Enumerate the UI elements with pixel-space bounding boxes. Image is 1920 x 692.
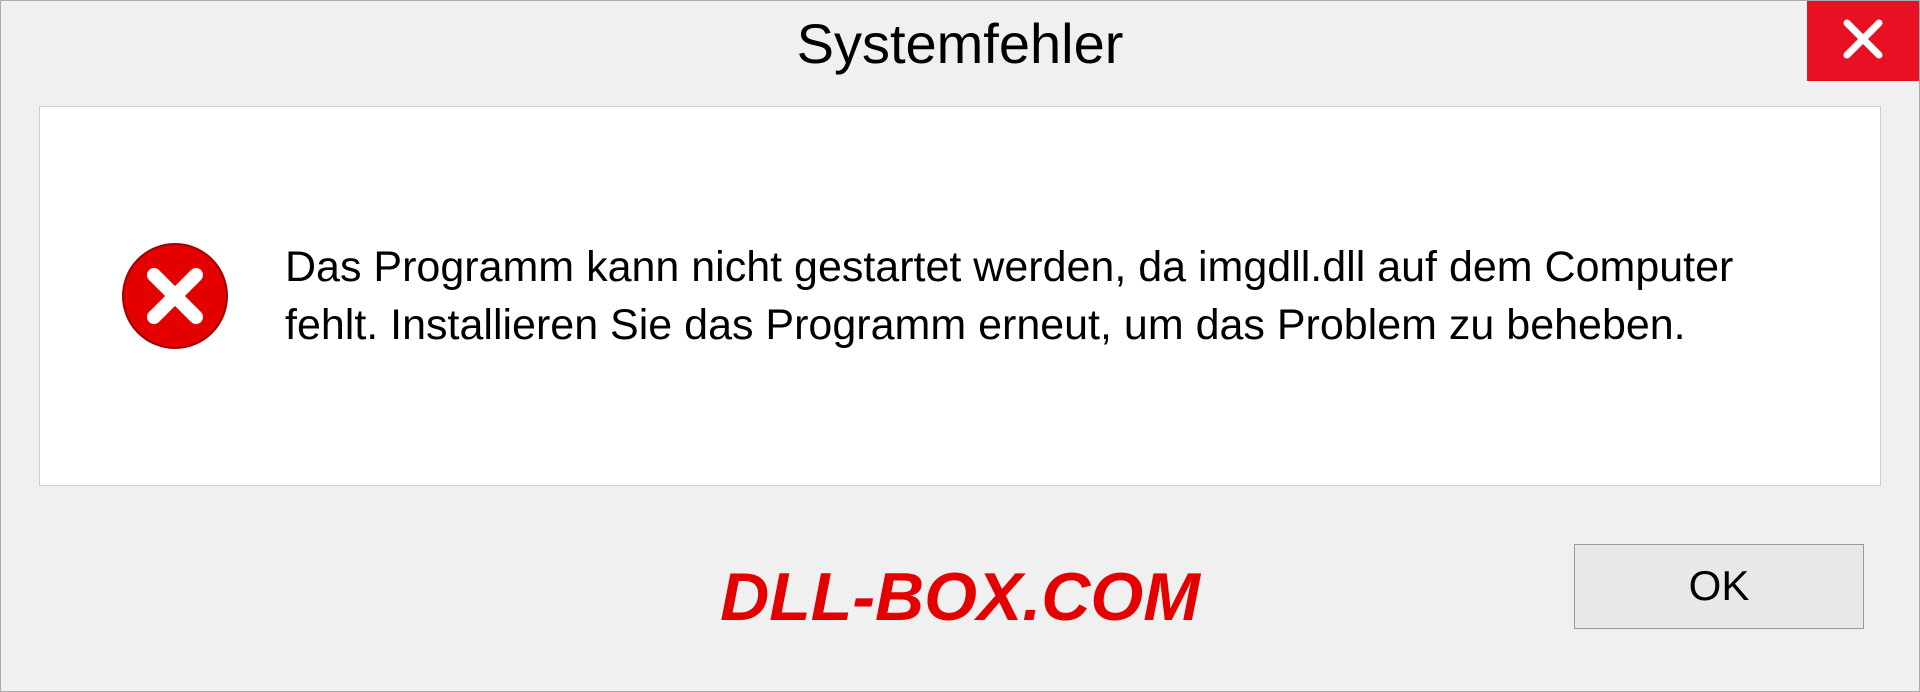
dialog-title: Systemfehler <box>797 11 1124 76</box>
titlebar: Systemfehler <box>1 1 1919 86</box>
close-icon <box>1841 17 1885 66</box>
error-dialog: Systemfehler Das Programm kann nicht ges… <box>0 0 1920 692</box>
footer: DLL-BOX.COM OK <box>1 511 1919 691</box>
watermark-text: DLL-BOX.COM <box>720 558 1200 636</box>
error-icon <box>120 241 230 351</box>
error-message: Das Programm kann nicht gestartet werden… <box>285 238 1820 354</box>
close-button[interactable] <box>1807 1 1919 81</box>
content-box: Das Programm kann nicht gestartet werden… <box>39 106 1881 486</box>
ok-button[interactable]: OK <box>1574 544 1864 629</box>
